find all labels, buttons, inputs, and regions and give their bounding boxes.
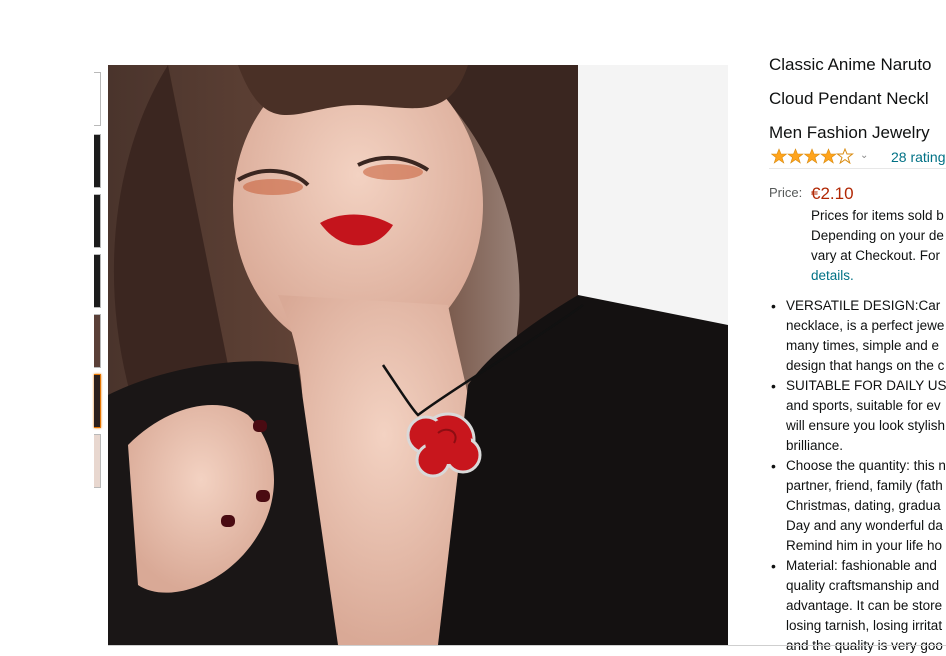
bullet-line: Choose the quantity: this n — [786, 458, 946, 473]
product-photo — [108, 65, 728, 645]
rating-row: ⌄ 28 rating — [769, 146, 946, 168]
thumbnail-2[interactable] — [94, 134, 101, 188]
product-title: Classic Anime Naruto Cloud Pendant Neckl… — [769, 48, 946, 150]
bullet-line: VERSATILE DESIGN:Car — [786, 298, 941, 313]
price-label: Price: — [769, 185, 803, 200]
details-link[interactable]: details. — [811, 266, 946, 286]
bullet-line: Material: fashionable and — [786, 558, 937, 573]
bullet-line: partner, friend, family (fath — [786, 478, 943, 493]
bullet-line: Christmas, dating, gradua — [786, 498, 941, 513]
feature-bullet: SUITABLE FOR DAILY US and sports, suitab… — [768, 376, 946, 456]
price-note-line: Prices for items sold b — [811, 208, 944, 223]
bullet-line: advantage. It can be store — [786, 598, 943, 613]
bullet-line: and sports, suitable for ev — [786, 398, 941, 413]
title-line-3: Men Fashion Jewelry — [769, 123, 930, 142]
bullet-line: Day and any wonderful da — [786, 518, 943, 533]
bullet-line: will ensure you look stylish — [786, 418, 946, 433]
price-value: €2.10 — [811, 184, 854, 203]
price-note-line: vary at Checkout. For — [811, 248, 941, 263]
price-note: Prices for items sold b Depending on you… — [811, 206, 946, 286]
bullet-line: SUITABLE FOR DAILY US — [786, 378, 946, 393]
feature-bullet: VERSATILE DESIGN:Car necklace, is a perf… — [768, 296, 946, 376]
ratings-count-link[interactable]: 28 rating — [891, 149, 945, 165]
bullet-line: many times, simple and e — [786, 338, 940, 353]
bullet-line: design that hangs on the c — [786, 358, 945, 373]
feature-bullet: Choose the quantity: this n partner, fri… — [768, 456, 946, 556]
thumbnail-3[interactable] — [94, 194, 101, 248]
divider — [769, 168, 946, 169]
main-product-image[interactable] — [108, 65, 728, 645]
feature-bullet: Material: fashionable and quality crafts… — [768, 556, 946, 656]
bullet-line: Remind him in your life ho — [786, 538, 943, 553]
price-note-line: Depending on your de — [811, 228, 944, 243]
chevron-down-icon[interactable]: ⌄ — [860, 150, 868, 161]
feature-bullets: VERSATILE DESIGN:Car necklace, is a perf… — [768, 296, 946, 656]
thumbnail-7[interactable] — [94, 434, 101, 488]
thumbnail-4[interactable] — [94, 254, 101, 308]
red-cloud-pendant-icon — [406, 412, 482, 478]
thumbnail-1[interactable] — [94, 72, 101, 126]
bullet-line: quality craftsmanship and — [786, 578, 940, 593]
bullet-line: losing tarnish, losing irritat — [786, 618, 943, 633]
bullet-line: and the quality is very goo — [786, 638, 943, 653]
bullet-line: brilliance. — [786, 438, 844, 453]
bullet-line: necklace, is a perfect jewe — [786, 318, 945, 333]
title-line-2: Cloud Pendant Neckl — [769, 89, 929, 108]
thumbnail-5[interactable] — [94, 314, 101, 368]
divider — [108, 645, 946, 646]
star-rating-icon[interactable] — [771, 148, 855, 164]
thumbnail-6[interactable] — [94, 374, 101, 428]
title-line-1: Classic Anime Naruto — [769, 55, 932, 74]
